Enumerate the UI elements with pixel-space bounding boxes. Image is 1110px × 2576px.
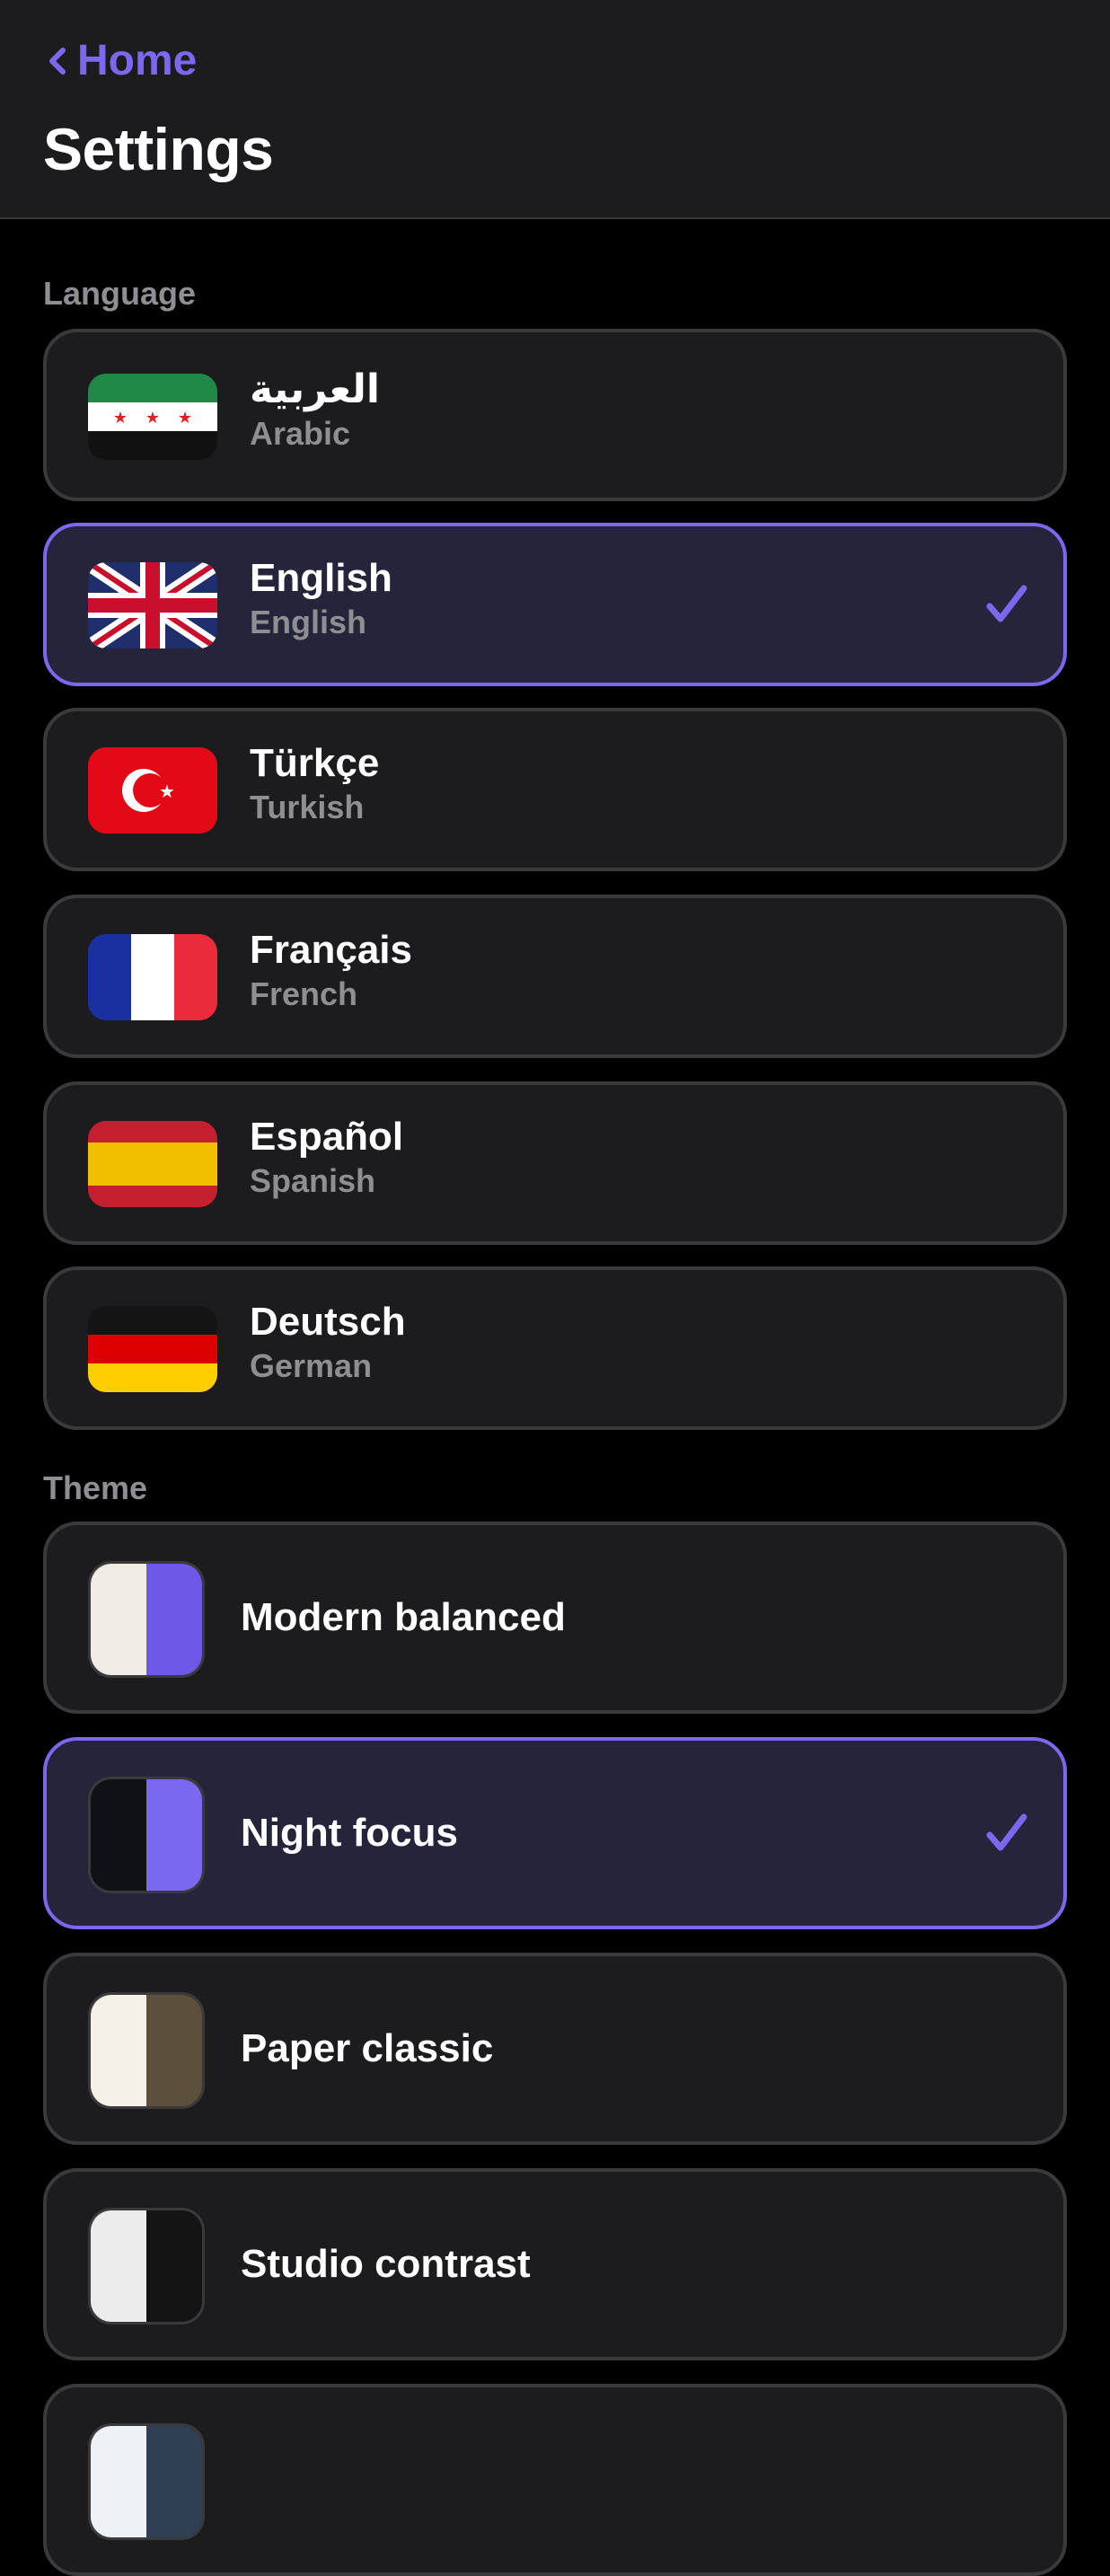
back-label: Home [77,37,198,84]
swatch-right [146,2210,202,2322]
theme-swatch-icon [88,2208,205,2325]
swatch-right [146,1779,202,1891]
header: Home Settings [0,0,1110,219]
theme-swatch-icon [88,1777,205,1893]
language-english-name: Turkish [250,789,365,825]
swatch-right [146,1995,202,2106]
swatch-left [91,1995,146,2106]
page-title: Settings [43,116,274,182]
theme-label: Modern balanced [241,1595,566,1639]
language-english-name: Spanish [250,1162,376,1199]
swatch-left [91,1564,146,1675]
language-text: Français French [250,927,412,1015]
language-english-name: French [250,975,358,1012]
language-english-name: English [250,604,367,640]
theme-label: Studio contrast [241,2242,531,2286]
svg-text:★: ★ [159,781,175,802]
germany-flag-icon [88,1306,217,1392]
swatch-right [146,1564,202,1675]
language-english-name: German [250,1347,373,1384]
section-label-theme: Theme [43,1469,148,1506]
swatch-left [91,2426,146,2537]
svg-text:★: ★ [145,409,160,428]
language-native-name: English [250,556,392,600]
spain-flag-icon [88,1121,217,1207]
language-text: English English [250,555,392,643]
theme-label: Night focus [241,1811,458,1855]
language-native-name: العربية [250,367,380,411]
language-option-arabic[interactable]: ★ ★ ★ العربية Arabic [43,329,1067,501]
language-option-french[interactable]: Français French [43,895,1067,1058]
section-label-language: Language [43,275,197,312]
theme-option-night-focus[interactable]: Night focus [43,1737,1067,1929]
svg-text:★: ★ [178,409,192,428]
checkmark-icon [986,1813,1027,1851]
checkmark-icon [986,585,1027,622]
turkey-flag-icon: ★ [88,747,217,834]
theme-swatch-icon [88,1561,205,1678]
theme-option-modern-balanced[interactable]: Modern balanced [43,1522,1067,1714]
theme-option-paper-classic[interactable]: Paper classic [43,1953,1067,2145]
language-text: Türkçe Turkish [250,740,379,828]
language-option-turkish[interactable]: ★ Türkçe Turkish [43,708,1067,871]
language-option-german[interactable]: Deutsch German [43,1266,1067,1430]
theme-swatch-icon [88,1992,205,2109]
language-native-name: Français [250,928,412,972]
language-text: العربية Arabic [250,366,380,454]
france-flag-icon [88,934,217,1020]
syria-flag-icon: ★ ★ ★ [88,374,217,460]
theme-option-partial[interactable] [43,2384,1067,2576]
language-native-name: Türkçe [250,741,380,785]
language-option-english[interactable]: English English [43,523,1067,686]
language-text: Español Spanish [250,1114,403,1202]
language-native-name: Español [250,1115,404,1159]
theme-swatch-icon [88,2423,205,2540]
swatch-left [91,1779,146,1891]
language-option-spanish[interactable]: Español Spanish [43,1081,1067,1245]
uk-flag-icon [88,562,217,648]
svg-text:★: ★ [113,409,128,428]
back-button[interactable]: Home [43,36,197,85]
language-english-name: Arabic [250,415,351,452]
swatch-right [146,2426,202,2537]
theme-label: Paper classic [241,2026,494,2070]
chevron-left-icon [49,47,66,75]
theme-option-studio-contrast[interactable]: Studio contrast [43,2168,1067,2360]
language-text: Deutsch German [250,1299,406,1387]
swatch-left [91,2210,146,2322]
language-native-name: Deutsch [250,1300,406,1344]
